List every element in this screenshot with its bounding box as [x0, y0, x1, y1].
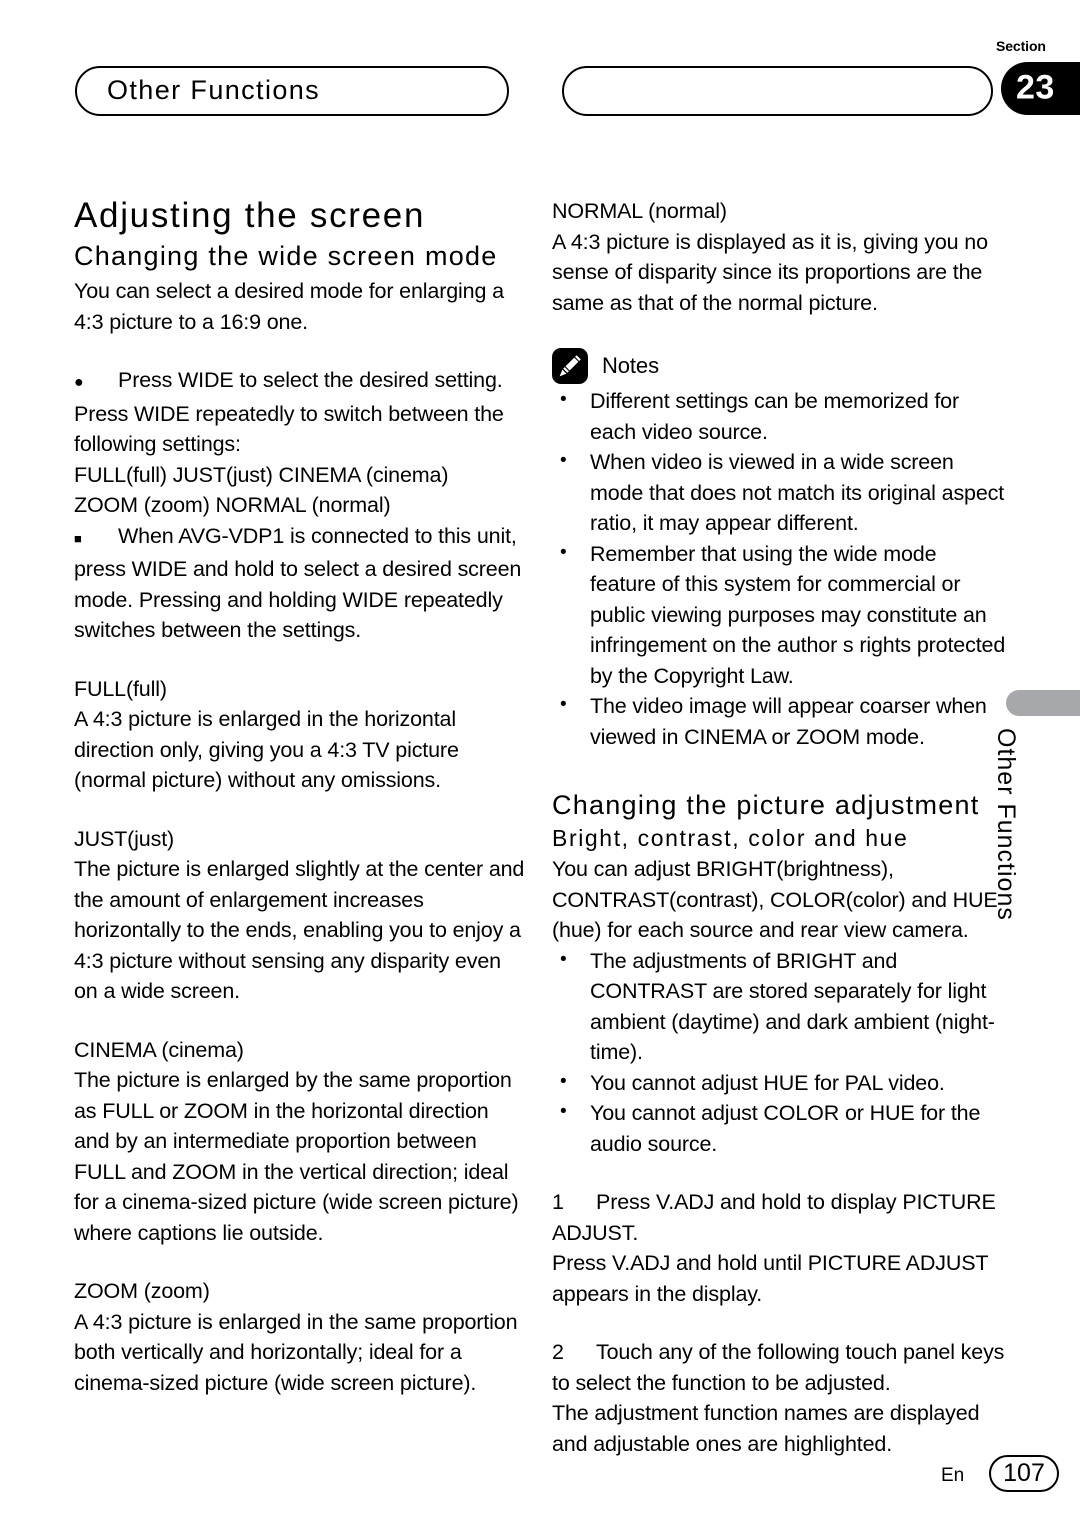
side-tab-label: Other Functions [992, 728, 1020, 921]
adjust-note-text: You cannot adjust COLOR or HUE for the a… [590, 1101, 981, 1156]
bullet-icon: • [560, 1101, 567, 1123]
instruction-bullet-round: Press WIDE to select the desired setting… [74, 365, 529, 399]
step-1-number: 1 [552, 1190, 564, 1215]
notes-label: Notes [602, 353, 659, 378]
chapter-title-pill: Other Functions [75, 66, 509, 116]
instruction-bullet-round-text: Press WIDE to select the desired setting… [118, 368, 503, 393]
term-name-just: JUST(just) [74, 826, 175, 851]
adjust-note-item: • You cannot adjust HUE for PAL video. [552, 1068, 1007, 1099]
header-empty-pill [562, 66, 993, 116]
note-item: • The video image will appear coarser whe… [552, 691, 1007, 752]
bullet-icon: • [560, 948, 567, 970]
adjust-note-item: • The adjustments of BRIGHT and CONTRAST … [552, 946, 1007, 1068]
term-name-cinema: CINEMA (cinema) [74, 1037, 244, 1062]
term-text-normal: A 4:3 picture is displayed as it is, giv… [552, 229, 988, 315]
picture-adjustment-intro: You can adjust BRIGHT(brightness), CONTR… [552, 857, 998, 943]
note-text: Different settings can be memorized for … [590, 389, 959, 444]
notes-header: Notes [552, 346, 1007, 386]
section-number-tab: 23 [1001, 62, 1080, 115]
note-item: • Different settings can be memorized for… [552, 386, 1007, 447]
instruction-bullet-square: When AVG-VDP1 is connected to this unit,… [74, 521, 529, 646]
settings-line-1: FULL(full) JUST(just) CINEMA (cinema) [74, 462, 449, 487]
term-text-zoom: A 4:3 picture is enlarged in the same pr… [74, 1309, 518, 1395]
bullet-icon: • [560, 450, 567, 471]
page-header: Other Functions [0, 66, 1080, 122]
note-text: The video image will appear coarser when… [590, 694, 987, 749]
section-number: 23 [1016, 68, 1055, 107]
note-item: • When video is viewed in a wide screen m… [552, 447, 1007, 539]
term-text-full: A 4:3 picture is enlarged in the horizon… [74, 707, 459, 793]
step-1-title: Press V.ADJ and hold to display PICTURE … [552, 1190, 996, 1245]
wide-screen-intro: You can select a desired mode for enlarg… [74, 279, 504, 334]
subsection-heading-wide-screen: Changing the wide screen mode [74, 241, 498, 272]
square-bullet-icon [74, 521, 118, 555]
side-tab-marker [1006, 690, 1080, 716]
settings-line-2: ZOOM (zoom) NORMAL (normal) [74, 493, 391, 518]
footer-language: En [941, 1465, 965, 1486]
round-bullet-icon [74, 365, 118, 399]
instruction-bullet-round-body: Press WIDE repeatedly to switch between … [74, 401, 504, 457]
adjust-note-text: You cannot adjust HUE for PAL video. [590, 1070, 945, 1095]
pencil-icon [552, 348, 588, 384]
bullet-icon: • [560, 389, 567, 410]
step-2-body: The adjustment function names are displa… [552, 1401, 980, 1456]
step-2-title: Touch any of the following touch panel k… [552, 1340, 1005, 1395]
step-2: 2 Touch any of the following touch panel … [552, 1337, 1007, 1398]
notes-list: • Different settings can be memorized for… [552, 386, 1007, 752]
step-1: 1 Press V.ADJ and hold to display PICTURE… [552, 1187, 1007, 1248]
bullet-icon: • [560, 694, 567, 715]
term-text-just: The picture is enlarged slightly at the … [74, 857, 525, 1004]
left-column: Adjusting the screen Changing the wide s… [74, 196, 529, 1398]
adjust-notes-list: • The adjustments of BRIGHT and CONTRAST … [552, 946, 1007, 1160]
term-name-zoom: ZOOM (zoom) [74, 1279, 210, 1304]
subsection-heading-bright-contrast: Bright, contrast, color and hue [552, 825, 909, 852]
note-text: Remember that using the wide mode featur… [590, 541, 1006, 688]
step-2-number: 2 [552, 1340, 564, 1365]
adjust-note-text: The adjustments of BRIGHT and CONTRAST a… [590, 948, 995, 1065]
note-item: • Remember that using the wide mode featu… [552, 539, 1007, 692]
page-title: Adjusting the screen [74, 196, 426, 235]
term-name-normal: NORMAL (normal) [552, 199, 727, 223]
page-number: 107 [989, 1455, 1059, 1492]
step-1-body: Press V.ADJ and hold until PICTURE ADJUS… [552, 1251, 988, 1306]
instruction-bullet-square-text: When AVG-VDP1 is connected to this unit,… [74, 523, 522, 643]
chapter-title: Other Functions [107, 74, 321, 105]
term-text-cinema: The picture is enlarged by the same prop… [74, 1068, 519, 1245]
term-name-full: FULL(full) [74, 676, 167, 701]
bullet-icon: • [560, 1070, 567, 1092]
adjust-note-item: • You cannot adjust COLOR or HUE for the … [552, 1098, 1007, 1159]
note-text: When video is viewed in a wide screen mo… [590, 450, 1005, 535]
bullet-icon: • [560, 541, 567, 563]
subsection-heading-picture-adjustment: Changing the picture adjustment [552, 790, 980, 820]
right-column: NORMAL (normal) A 4:3 picture is display… [552, 196, 1007, 1459]
section-label: Section [996, 38, 1046, 54]
